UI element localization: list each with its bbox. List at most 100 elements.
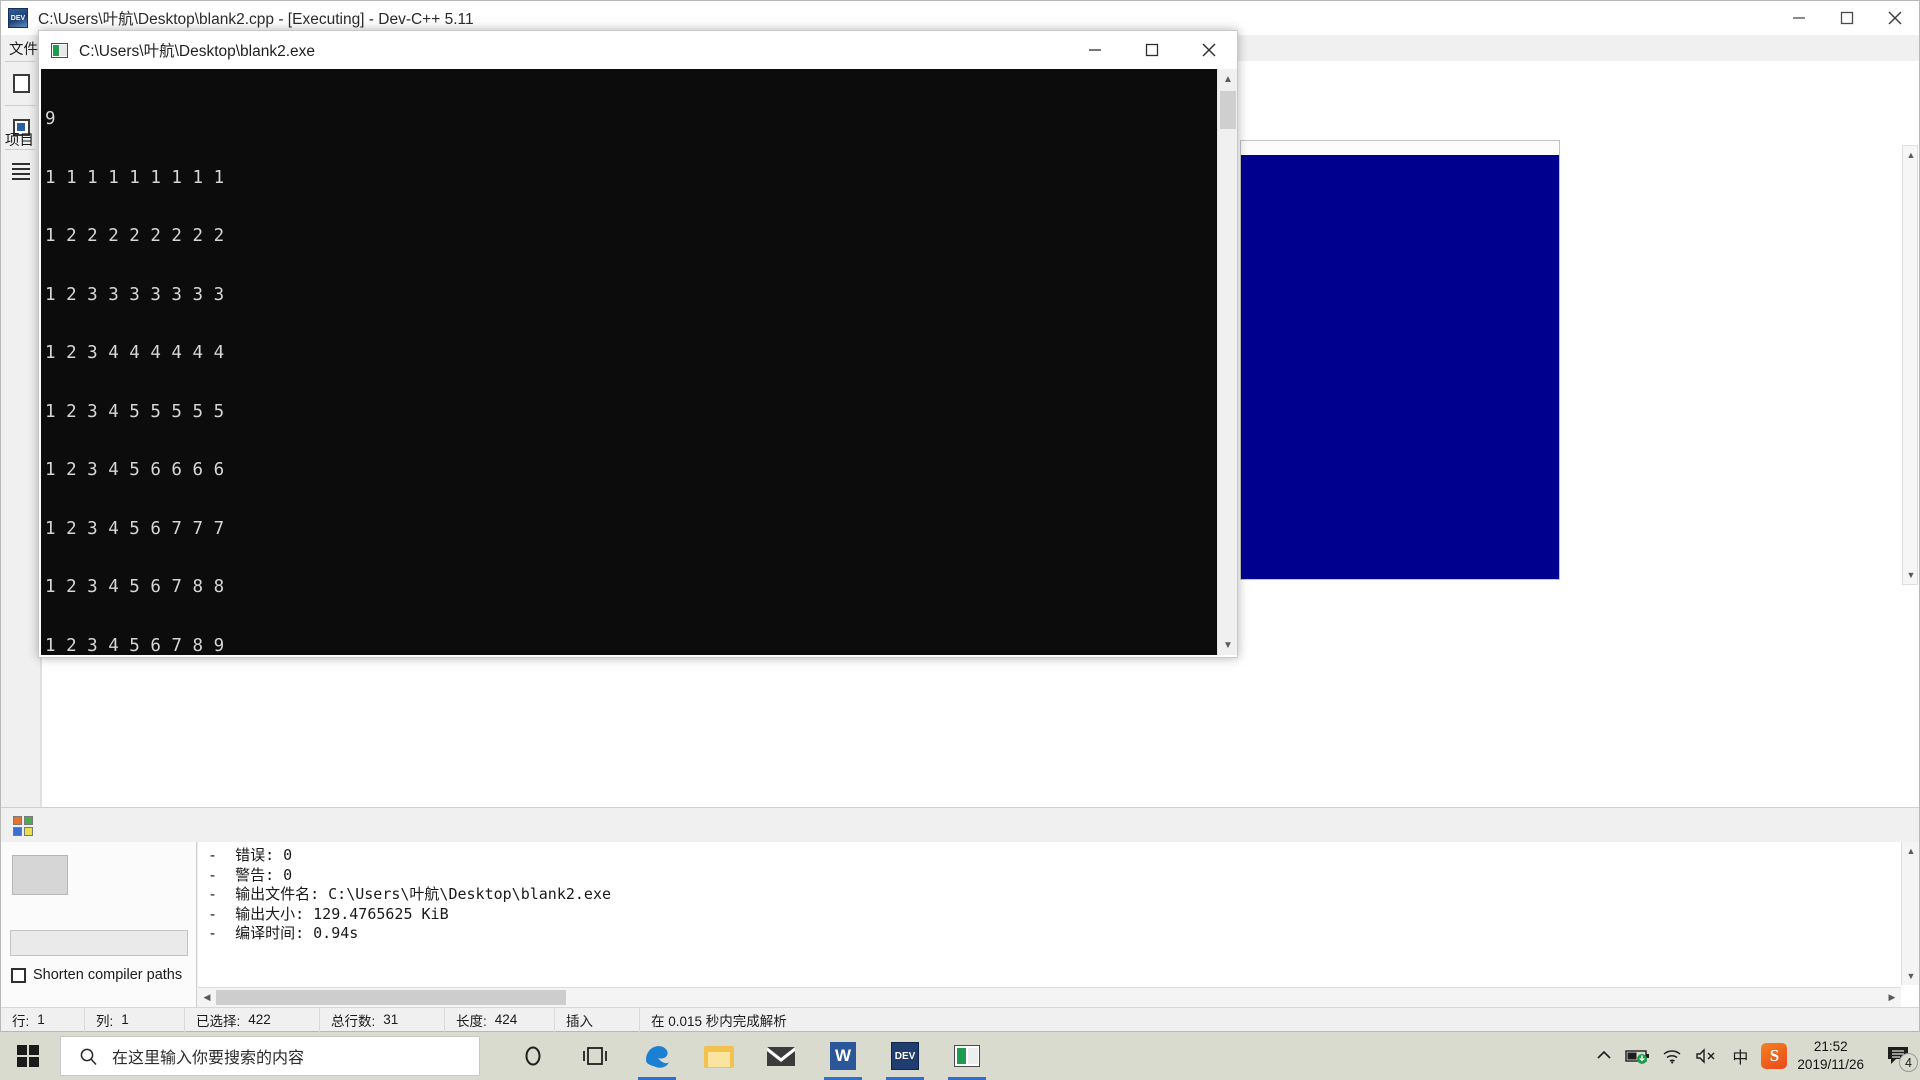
devcpp-title: C:\Users\叶航\Desktop\blank2.cpp - [Execut… xyxy=(38,7,474,29)
close-icon[interactable] xyxy=(1180,31,1237,69)
console-line: 1 2 3 3 3 3 3 3 3 xyxy=(45,286,1213,306)
log-line: - 输出文件名: C:\Users\叶航\Desktop\blank2.exe xyxy=(208,885,1889,905)
volume-muted-icon[interactable] xyxy=(1689,1032,1723,1080)
shorten-compiler-paths-label: Shorten compiler paths xyxy=(33,967,182,983)
edge-icon[interactable] xyxy=(626,1032,688,1080)
desktop-screen: DEV C:\Users\叶航\Desktop\blank2.cpp - [Ex… xyxy=(0,0,1920,1080)
mail-icon[interactable] xyxy=(750,1032,812,1080)
console-icon xyxy=(51,43,68,58)
console-window-controls xyxy=(1066,31,1237,69)
notification-center-button[interactable]: 4 xyxy=(1876,1032,1920,1080)
sidebar-item-outline[interactable] xyxy=(3,151,39,191)
status-col-value: 1 xyxy=(121,1012,129,1027)
console-line: 1 2 3 4 5 6 7 8 8 xyxy=(45,578,1213,598)
devcpp-left-tab-strip: 项目 xyxy=(1,61,41,807)
console-line: 1 2 3 4 5 5 5 5 5 xyxy=(45,403,1213,423)
console-line: 1 2 2 2 2 2 2 2 2 xyxy=(45,227,1213,247)
sogou-glyph: S xyxy=(1761,1043,1787,1069)
devcpp-glyph: DEV xyxy=(891,1042,919,1070)
console-line: 1 2 3 4 4 4 4 4 4 xyxy=(45,344,1213,364)
status-selected: 已选择: 422 xyxy=(185,1008,320,1032)
console-line: 1 2 3 4 5 6 7 8 9 xyxy=(45,637,1213,656)
compiler-panel-tabs xyxy=(1,808,1919,842)
status-length-label: 长度: xyxy=(456,1010,487,1030)
scroll-down-icon[interactable]: ▼ xyxy=(1902,566,1920,584)
console-output-area[interactable]: 9 1 1 1 1 1 1 1 1 1 1 2 2 2 2 2 2 2 2 1 … xyxy=(41,69,1235,655)
status-parse-time: 在 0.015 秒内完成解析 xyxy=(640,1008,798,1032)
scroll-thumb[interactable] xyxy=(216,990,566,1005)
word-icon[interactable]: W xyxy=(812,1032,874,1080)
scroll-up-icon[interactable]: ▲ xyxy=(1902,842,1920,860)
devcpp-icon[interactable]: DEV xyxy=(874,1032,936,1080)
maximize-icon[interactable] xyxy=(1823,1,1871,35)
status-parse-time-label: 在 0.015 秒内完成解析 xyxy=(651,1010,787,1030)
compiler-text-input[interactable] xyxy=(10,930,188,956)
sidebar-item-project[interactable] xyxy=(3,63,39,103)
right-edge-scrollbar[interactable]: ▲ ▼ xyxy=(1902,145,1918,585)
taskbar-pinned-icons: W DEV xyxy=(502,1032,998,1080)
start-button[interactable] xyxy=(0,1032,56,1080)
background-window-canvas xyxy=(1241,155,1559,579)
status-insert-mode: 插入 xyxy=(555,1008,640,1032)
minimize-icon[interactable] xyxy=(1066,31,1123,69)
search-icon xyxy=(79,1047,98,1066)
status-total-lines-value: 31 xyxy=(383,1012,398,1027)
status-length: 长度: 424 xyxy=(445,1008,555,1032)
notification-badge: 4 xyxy=(1899,1053,1918,1072)
scroll-down-icon[interactable]: ▼ xyxy=(1218,635,1238,655)
wifi-icon[interactable] xyxy=(1655,1032,1689,1080)
status-row-label: 行: xyxy=(12,1010,29,1030)
status-selected-value: 422 xyxy=(248,1012,271,1027)
windows-taskbar: 在这里输入你要搜索的内容 xyxy=(0,1032,1920,1080)
clock-date: 2019/11/26 xyxy=(1797,1056,1864,1074)
console-line: 9 xyxy=(45,110,1213,130)
scroll-left-icon[interactable]: ◀ xyxy=(198,988,216,1006)
compiler-log-horizontal-scrollbar[interactable]: ◀ ▶ xyxy=(198,987,1901,1007)
status-total-lines-label: 总行数: xyxy=(331,1010,375,1030)
cortana-icon[interactable] xyxy=(502,1032,564,1080)
status-length-value: 424 xyxy=(495,1012,518,1027)
compiler-log-vertical-scrollbar[interactable]: ▲ ▼ xyxy=(1901,842,1919,985)
maximize-icon[interactable] xyxy=(1123,31,1180,69)
minimize-icon[interactable] xyxy=(1775,1,1823,35)
shorten-compiler-paths-checkbox[interactable] xyxy=(11,968,26,983)
status-total-lines: 总行数: 31 xyxy=(320,1008,445,1032)
console-title: C:\Users\叶航\Desktop\blank2.exe xyxy=(79,39,315,61)
console-output-text: 9 1 1 1 1 1 1 1 1 1 1 2 2 2 2 2 2 2 2 1 … xyxy=(45,71,1213,655)
show-hidden-icons-icon[interactable] xyxy=(1587,1032,1621,1080)
search-input[interactable]: 在这里输入你要搜索的内容 xyxy=(60,1036,480,1076)
log-line: - 错误: 0 xyxy=(208,846,1889,866)
compiler-options-column: Shorten compiler paths xyxy=(1,842,197,1007)
compiler-log[interactable]: - 错误: 0 - 警告: 0 - 输出文件名: C:\Users\叶航\Des… xyxy=(198,842,1919,1007)
menu-item-file[interactable]: 文件 xyxy=(9,38,38,59)
log-line: - 输出大小: 129.4765625 KiB xyxy=(208,905,1889,925)
task-view-icon[interactable] xyxy=(564,1032,626,1080)
scroll-down-icon[interactable]: ▼ xyxy=(1902,967,1920,985)
console-line: 1 2 3 4 5 6 6 6 6 xyxy=(45,461,1213,481)
shorten-compiler-paths-row[interactable]: Shorten compiler paths xyxy=(11,967,182,983)
windows-logo-icon xyxy=(17,1045,39,1067)
background-blue-window[interactable] xyxy=(1240,140,1560,580)
ime-indicator[interactable]: 中 xyxy=(1723,1032,1757,1080)
lines-icon xyxy=(12,163,30,179)
close-icon[interactable] xyxy=(1871,1,1919,35)
scroll-thumb[interactable] xyxy=(1220,91,1236,129)
scroll-up-icon[interactable]: ▲ xyxy=(1902,146,1920,164)
scroll-up-icon[interactable]: ▲ xyxy=(1218,69,1238,89)
battery-icon[interactable] xyxy=(1621,1032,1655,1080)
system-tray: 中 S 21:52 2019/11/26 4 xyxy=(1587,1032,1920,1080)
log-line: - 编译时间: 0.94s xyxy=(208,924,1889,944)
menu-item-project[interactable]: 项目 xyxy=(5,129,34,150)
compiler-output-panel: Shorten compiler paths - 错误: 0 - 警告: 0 -… xyxy=(1,807,1919,1007)
scroll-right-icon[interactable]: ▶ xyxy=(1883,988,1901,1006)
log-line: - 警告: 0 xyxy=(208,866,1889,886)
taskbar-clock[interactable]: 21:52 2019/11/26 xyxy=(1791,1032,1876,1080)
file-explorer-icon[interactable] xyxy=(688,1032,750,1080)
console-taskbar-icon[interactable] xyxy=(936,1032,998,1080)
devcpp-logo-icon: DEV xyxy=(8,8,28,28)
console-vertical-scrollbar[interactable]: ▲ ▼ xyxy=(1217,69,1237,655)
compiler-squares-icon[interactable] xyxy=(12,815,34,837)
console-line: 1 1 1 1 1 1 1 1 1 xyxy=(45,169,1213,189)
console-titlebar[interactable]: C:\Users\叶航\Desktop\blank2.exe xyxy=(39,31,1237,69)
sogou-input-icon[interactable]: S xyxy=(1757,1032,1791,1080)
